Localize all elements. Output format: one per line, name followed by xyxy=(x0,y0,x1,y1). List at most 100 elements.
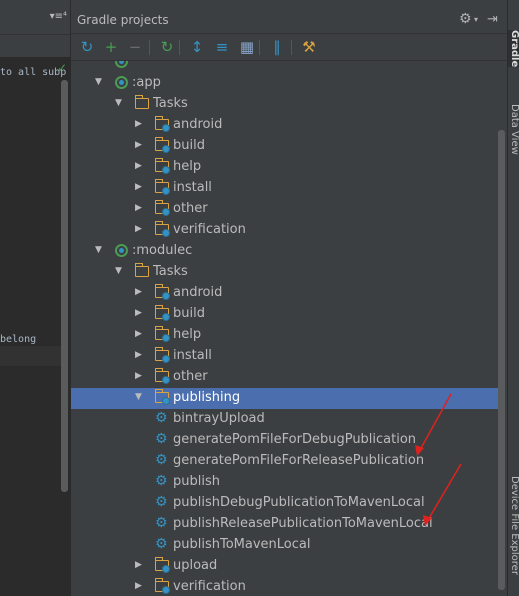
tree-node-label: :app xyxy=(132,75,161,90)
tree-node-folder[interactable]: ▼ Tasks xyxy=(71,94,499,115)
tree-node-module[interactable]: ▼ :app xyxy=(71,73,499,94)
collapsed-arrow-icon[interactable]: ▶ xyxy=(135,350,145,360)
tree-node-label: :modulec xyxy=(132,243,193,258)
tree-node-label: publishing xyxy=(173,390,241,405)
collapsed-arrow-icon[interactable]: ▶ xyxy=(135,581,145,591)
tree-node-task[interactable]: ⚙ publishToMavenLocal xyxy=(71,535,499,556)
tree-node-taskfolder[interactable]: ▶ build xyxy=(71,136,499,157)
collapsed-arrow-icon[interactable]: ▶ xyxy=(135,161,145,171)
hide-icon[interactable]: ⇥ xyxy=(487,12,498,27)
gradle-badge-icon xyxy=(162,565,170,573)
tree-node-label: build xyxy=(173,306,205,321)
tab-gradle[interactable]: Gradle xyxy=(508,30,519,68)
tree-node-taskfolder[interactable]: ▶ android xyxy=(71,283,499,304)
gradle-module-icon xyxy=(115,61,128,68)
panel-header: Gradle projects ⚙ ▾ ⇥ xyxy=(71,8,507,34)
tree-node-label: bintrayUpload xyxy=(173,411,265,426)
tree-node-label: publishDebugPublicationToMavenLocal xyxy=(173,495,425,510)
expanded-arrow-icon[interactable]: ▼ xyxy=(95,77,105,87)
tree-node-module[interactable] xyxy=(71,61,499,73)
collapsed-arrow-icon[interactable]: ▶ xyxy=(135,371,145,381)
gear-icon[interactable]: ⚙ xyxy=(459,11,472,27)
collapsed-arrow-icon[interactable]: ▶ xyxy=(135,308,145,318)
tree-node-label: publishReleasePublicationToMavenLocal xyxy=(173,516,433,531)
chevron-down-icon[interactable]: ▾ xyxy=(474,15,478,24)
tree-node-taskfolder[interactable]: ▶ other xyxy=(71,367,499,388)
expanded-arrow-icon[interactable]: ▼ xyxy=(115,266,125,276)
collapsed-arrow-icon[interactable]: ▶ xyxy=(135,224,145,234)
folder-icon xyxy=(135,263,149,277)
tab-data-view[interactable]: Data View xyxy=(508,104,519,155)
task-gear-icon: ⚙ xyxy=(155,536,168,552)
expand-all-icon[interactable]: ↕ xyxy=(187,37,207,57)
editor-pane: ▾≡⁴ ✓ to all subp belong xyxy=(0,0,70,596)
collapse-all-icon[interactable]: ≡ xyxy=(212,37,232,57)
group-modules-icon[interactable]: ▦ xyxy=(237,37,257,57)
gradle-badge-icon xyxy=(162,187,170,195)
collapsed-arrow-icon[interactable]: ▶ xyxy=(135,287,145,297)
gradle-module-icon xyxy=(115,244,128,257)
run-task-icon[interactable]: ↻ xyxy=(157,37,177,57)
gradle-badge-icon xyxy=(162,376,170,384)
collapsed-arrow-icon[interactable]: ▶ xyxy=(135,119,145,129)
toolbar-separator xyxy=(291,40,292,55)
tree-node-label: verification xyxy=(173,579,246,594)
gradle-badge-icon xyxy=(162,166,170,174)
tree-node-taskfolder[interactable]: ▶ install xyxy=(71,346,499,367)
expanded-arrow-icon[interactable]: ▼ xyxy=(135,392,145,402)
remove-project-icon[interactable]: − xyxy=(125,37,145,57)
editor-tab-controls[interactable]: ▾≡⁴ xyxy=(50,11,67,22)
tree-node-label: generatePomFileForReleasePublication xyxy=(173,453,425,468)
add-project-icon[interactable]: + xyxy=(101,37,121,57)
tab-device-file-explorer[interactable]: Device File Explorer xyxy=(508,476,519,575)
collapsed-arrow-icon[interactable]: ▶ xyxy=(135,203,145,213)
collapsed-arrow-icon[interactable]: ▶ xyxy=(135,140,145,150)
tree-node-taskfolder[interactable]: ▶ verification xyxy=(71,220,499,241)
expanded-arrow-icon[interactable]: ▼ xyxy=(115,98,125,108)
tree-node-taskfolder[interactable]: ▶ build xyxy=(71,304,499,325)
annotation-arrow xyxy=(415,393,452,456)
tree-node-taskfolder[interactable]: ▶ help xyxy=(71,325,499,346)
gradle-badge-icon xyxy=(162,145,170,153)
tree-node-label: publishToMavenLocal xyxy=(173,537,311,552)
current-line-highlight xyxy=(0,346,62,366)
tree-node-label: android xyxy=(173,285,223,300)
gradle-badge-icon xyxy=(162,355,170,363)
tree-node-label: android xyxy=(173,117,223,132)
tree-node-label: Tasks xyxy=(153,96,188,111)
tree-node-label: other xyxy=(173,201,208,216)
editor-scrollbar[interactable] xyxy=(61,80,68,492)
gradle-badge-icon xyxy=(162,208,170,216)
tree-node-taskfolder[interactable]: ▶ android xyxy=(71,115,499,136)
tree-node-taskfolder[interactable]: ▶ other xyxy=(71,199,499,220)
gradle-badge-icon xyxy=(162,586,170,594)
tree-node-label: install xyxy=(173,180,212,195)
panel-title: Gradle projects xyxy=(77,13,169,27)
collapsed-arrow-icon[interactable]: ▶ xyxy=(135,560,145,570)
gradle-toolbar: ↻ + − ↻ ↕ ≡ ▦ ∥ ⚒ xyxy=(71,34,507,61)
tree-node-taskfolder[interactable]: ▶ upload xyxy=(71,556,499,577)
gradle-badge-icon xyxy=(162,292,170,300)
tree-node-label: generatePomFileForDebugPublication xyxy=(173,432,417,447)
annotation-arrow xyxy=(423,463,462,526)
collapsed-arrow-icon[interactable]: ▶ xyxy=(135,182,145,192)
tree-node-label: other xyxy=(173,369,208,384)
tree-scrollbar[interactable] xyxy=(498,130,505,590)
tree-node-taskfolder[interactable]: ▶ verification xyxy=(71,577,499,596)
gradle-badge-icon xyxy=(162,124,170,132)
settings-icon[interactable]: ⚒ xyxy=(299,37,319,57)
refresh-all-icon[interactable]: ↻ xyxy=(77,37,97,57)
toolbar-separator xyxy=(179,40,180,55)
tree-node-folder[interactable]: ▼ Tasks xyxy=(71,262,499,283)
tree-node-label: verification xyxy=(173,222,246,237)
tree-node-taskfolder[interactable]: ▶ install xyxy=(71,178,499,199)
collapsed-arrow-icon[interactable]: ▶ xyxy=(135,329,145,339)
task-gear-icon: ⚙ xyxy=(155,452,168,468)
tree-node-module[interactable]: ▼ :modulec xyxy=(71,241,499,262)
gradle-badge-icon xyxy=(162,313,170,321)
tree-node-taskfolder[interactable]: ▶ help xyxy=(71,157,499,178)
folder-icon xyxy=(135,95,149,109)
toggle-offline-icon[interactable]: ∥ xyxy=(267,37,287,57)
tree-node-label: help xyxy=(173,159,202,174)
expanded-arrow-icon[interactable]: ▼ xyxy=(95,245,105,255)
